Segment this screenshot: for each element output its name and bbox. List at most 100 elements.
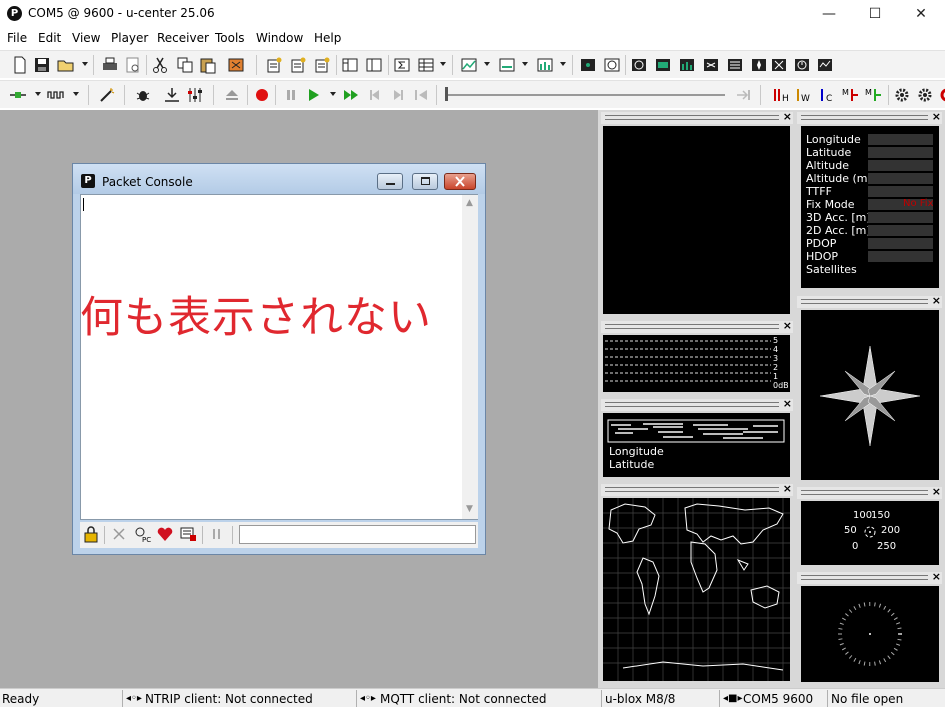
menu-file[interactable]: File [7,31,27,45]
clear-x-icon[interactable] [110,525,128,543]
print-preview-icon[interactable] [123,55,143,75]
compass-header[interactable]: × [797,294,942,308]
settings-gear-2-icon[interactable] [915,85,935,105]
baudrate-dropdown-arrow[interactable] [73,92,79,96]
play-dropdown-arrow[interactable] [330,92,336,96]
filter-pc-icon[interactable]: PC [133,525,151,543]
deviation-dropdown-arrow[interactable] [560,62,566,66]
scroll-up-icon[interactable]: ▲ [466,198,473,208]
config-icon[interactable] [185,85,205,105]
autobauding-icon[interactable] [97,85,117,105]
watch-icon[interactable] [653,55,673,75]
packet-console-scrollbar[interactable]: ▲ ▼ [462,195,478,519]
cut-icon[interactable] [150,55,170,75]
speed-gauge-close-icon[interactable]: × [932,485,941,498]
status-ntrip[interactable]: NTRIP client: Not connected [145,691,313,707]
packet-console-window[interactable]: P Packet Console 何も表示されない ▲ ▼ PC [72,163,486,555]
satellite-level-pane[interactable]: 5 4 3 2 1 0dB [603,335,790,392]
packet-console-minimize-button[interactable] [377,173,403,190]
ntrip-connection-icon[interactable]: ◂◦▸ [126,691,142,707]
menu-window[interactable]: Window [256,31,303,45]
mqtt-connection-icon[interactable]: ◂◦▸ [360,691,376,707]
world-map-small-header[interactable]: × [601,397,793,411]
debug-icon[interactable] [133,85,153,105]
histogram-dropdown-arrow[interactable] [522,62,528,66]
lock-icon[interactable] [82,525,100,543]
hot-start-icon[interactable]: H [771,85,791,105]
pause-icon[interactable] [281,85,301,105]
world-map-pane[interactable] [603,498,790,681]
gnss-config-icon[interactable]: M [864,85,884,105]
binary-console-icon[interactable] [288,55,308,75]
packet-filter-input[interactable] [239,525,476,544]
open-icon[interactable] [56,55,76,75]
menu-view[interactable]: View [72,31,100,45]
settings-gear-icon[interactable] [892,85,912,105]
deviation-map-icon[interactable] [535,55,555,75]
sky-view-icon[interactable] [578,55,598,75]
eject-icon[interactable] [222,85,242,105]
camera-icon[interactable] [602,55,622,75]
menu-receiver[interactable]: Receiver [157,31,209,45]
scroll-down-icon[interactable]: ▼ [466,504,473,514]
histogram-view-icon[interactable] [497,55,517,75]
player-slider-thumb[interactable] [445,87,448,101]
maximize-button[interactable]: ☐ [852,0,898,28]
world-map-small-pane[interactable]: Longitude Latitude [603,413,790,477]
open-dropdown-arrow[interactable] [82,62,88,66]
menu-player[interactable]: Player [111,31,148,45]
menu-help[interactable]: Help [314,31,341,45]
clock-view-pane[interactable] [801,586,939,682]
compass-pane[interactable] [801,310,939,480]
connection-icon[interactable] [8,85,28,105]
clock-icon[interactable] [792,55,812,75]
star-view-icon[interactable] [769,55,789,75]
satellite-level-header[interactable]: × [601,319,793,333]
sky-view-pane[interactable] [603,126,790,314]
messages-view-icon[interactable] [264,55,284,75]
sky-view-header[interactable]: × [601,110,793,124]
compass-close-icon[interactable]: × [932,294,941,307]
new-icon[interactable] [10,55,30,75]
cold-start-icon[interactable]: C [818,85,838,105]
save-icon[interactable] [32,55,52,75]
clock-view-close-icon[interactable]: × [932,570,941,583]
packet-console-titlebar[interactable]: P Packet Console [73,164,485,194]
google-earth-icon[interactable] [815,55,835,75]
record-icon[interactable] [252,85,272,105]
satellite-level-icon[interactable] [701,55,721,75]
fast-forward-icon[interactable] [341,85,361,105]
packet-console-restore-button[interactable] [412,173,438,190]
statistic-view-icon[interactable] [364,55,384,75]
baudrate-icon[interactable] [46,85,66,105]
print-icon[interactable] [100,55,120,75]
gnss-reset-icon[interactable]: M [841,85,861,105]
packet-options-icon[interactable] [179,525,197,543]
clear-icon[interactable] [226,55,246,75]
step-back-icon[interactable] [365,85,385,105]
packet-console-output[interactable]: 何も表示されない ▲ ▼ [80,194,478,520]
speed-gauge-header[interactable]: × [797,485,942,499]
player-position-slider[interactable] [445,87,725,101]
compass-icon[interactable] [629,55,649,75]
pause-output-icon[interactable] [208,525,226,543]
heart-monitor-icon[interactable] [156,525,174,543]
copy-icon[interactable] [175,55,195,75]
status-mqtt[interactable]: MQTT client: Not connected [380,691,547,707]
chart-dropdown-arrow[interactable] [484,62,490,66]
data-view-icon[interactable] [677,55,697,75]
speed-gauge-pane[interactable]: 100 150 50 200 0 250 [801,501,939,565]
satellite-level-close-icon[interactable]: × [783,319,792,332]
download-icon[interactable] [162,85,182,105]
sky-view-close-icon[interactable]: × [783,110,792,123]
chart-view-icon[interactable] [459,55,479,75]
close-button[interactable]: ✕ [898,0,944,28]
packet-console-close-button[interactable] [444,173,476,190]
menu-tools[interactable]: Tools [215,31,245,45]
world-map-small-close-icon[interactable]: × [783,397,792,410]
minimize-button[interactable]: — [806,0,852,28]
navigation-icon[interactable] [749,55,769,75]
data-view-close-icon[interactable]: × [932,110,941,123]
menu-edit[interactable]: Edit [38,31,61,45]
data-view-header[interactable]: × [797,110,942,124]
